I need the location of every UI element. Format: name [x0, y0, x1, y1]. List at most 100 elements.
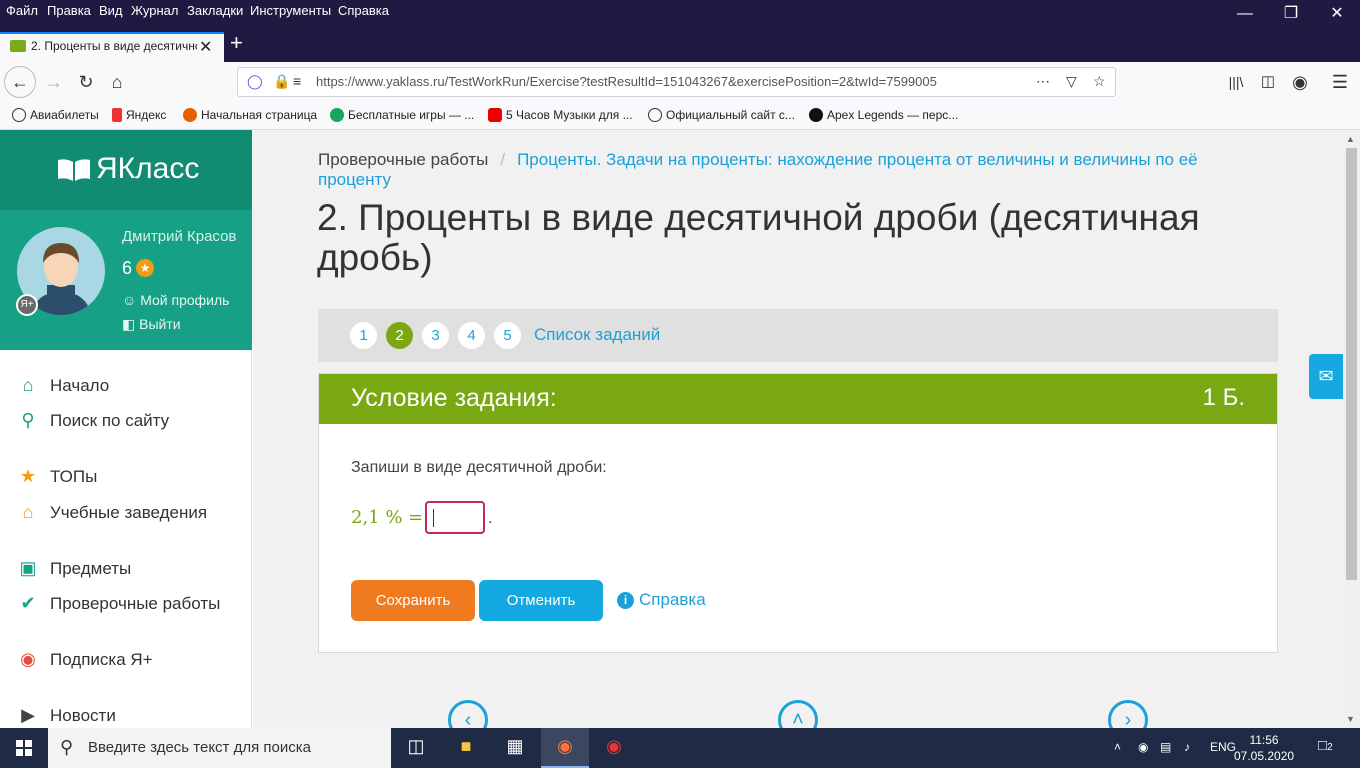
taskbar-search[interactable]: ⚲ Введите здесь текст для поиска: [48, 728, 391, 768]
yaklass-favicon-icon: [10, 40, 26, 52]
home-icon: ⌂: [22, 375, 34, 395]
exercise-pager: 1 2 3 4 5 Список заданий: [318, 309, 1278, 362]
page-5-button[interactable]: 5: [494, 322, 521, 349]
bookmark-item[interactable]: Начальная страница: [183, 108, 317, 122]
reload-icon[interactable]: ↻: [72, 68, 100, 96]
scrollbar-thumb[interactable]: [1346, 148, 1357, 580]
task-formula: 2,1 % =: [351, 507, 424, 528]
sidebar-item-home[interactable]: ⌂ Начало: [16, 375, 110, 396]
tab-title: 2. Проценты в виде десятичной: [31, 39, 197, 53]
file-explorer-icon[interactable]: ■: [453, 736, 479, 760]
library-icon[interactable]: |||\: [1222, 68, 1250, 96]
menu-tools[interactable]: Инструменты: [250, 3, 331, 18]
firefox-taskbar-button[interactable]: ◉: [541, 728, 589, 768]
bookmark-item[interactable]: Яндекс: [112, 108, 166, 122]
lock-icon[interactable]: 🔒: [273, 73, 290, 90]
menu-view[interactable]: Вид: [99, 3, 123, 18]
menu-history[interactable]: Журнал: [131, 3, 178, 18]
user-name[interactable]: Дмитрий Красов: [122, 228, 236, 245]
menu-file[interactable]: Файл: [6, 3, 38, 18]
language-indicator[interactable]: ENG: [1210, 740, 1236, 754]
notifications-icon[interactable]: □2: [1318, 737, 1333, 754]
menu-bookmarks[interactable]: Закладки: [187, 3, 243, 18]
text-caret: [433, 509, 434, 527]
megaphone-icon: ▶: [21, 705, 35, 725]
page-scrollbar[interactable]: ▲ ▼: [1343, 130, 1360, 728]
clock-date: 07.05.2020: [1234, 749, 1295, 763]
page-2-button[interactable]: 2: [386, 322, 413, 349]
menu-help[interactable]: Справка: [338, 3, 389, 18]
bookmark-item[interactable]: 5 Часов Музыки для ...: [488, 108, 633, 122]
bookmark-item[interactable]: Официальный сайт с...: [648, 108, 795, 122]
account-icon[interactable]: ◉: [1286, 68, 1314, 96]
firefox-icon: [183, 108, 197, 122]
breadcrumb-separator: /: [500, 150, 506, 169]
star-icon: ★: [19, 466, 37, 486]
url-bar[interactable]: ◯ 🔒 ≡ https://www.yaklass.ru/TestWorkRun…: [237, 67, 1116, 97]
search-icon: ⚲: [21, 410, 35, 430]
windows-start-icon[interactable]: [0, 728, 48, 768]
page-4-button[interactable]: 4: [458, 322, 485, 349]
antivirus-app-icon[interactable]: ◉: [601, 736, 627, 760]
task-list-link[interactable]: Список заданий: [534, 325, 660, 345]
scroll-down-icon[interactable]: ▼: [1346, 714, 1355, 724]
site-logo[interactable]: ЯКласс: [0, 130, 252, 210]
breadcrumb-root[interactable]: Проверочные работы: [318, 150, 488, 169]
check-icon: ✔: [20, 593, 36, 613]
page-actions-icon[interactable]: ⋯: [1036, 73, 1050, 90]
page-3-button[interactable]: 3: [422, 322, 449, 349]
url-text[interactable]: https://www.yaklass.ru/TestWorkRun/Exerc…: [316, 74, 937, 89]
back-icon[interactable]: ←: [4, 66, 36, 98]
sidebar-item-schools[interactable]: ⌂ Учебные заведения: [16, 502, 208, 523]
forward-icon[interactable]: →: [40, 68, 68, 96]
search-icon: ⚲: [60, 737, 74, 757]
my-profile-link[interactable]: ☺ Мой профиль: [122, 292, 229, 308]
task-card-header: Условие задания: 1 Б.: [319, 374, 1277, 424]
sidebar-item-subscription[interactable]: ◉ Подписка Я+: [16, 649, 152, 670]
clock-time: 11:56: [1249, 733, 1279, 747]
menu-edit[interactable]: Правка: [47, 3, 91, 18]
network-icon[interactable]: ▤: [1160, 740, 1171, 754]
ea-icon: [809, 108, 823, 122]
save-button[interactable]: Сохранить: [351, 580, 475, 621]
scroll-up-icon[interactable]: ▲: [1346, 134, 1355, 144]
cancel-button[interactable]: Отменить: [479, 580, 603, 621]
bookmarks-toolbar: Авиабилеты Яндекс Начальная страница Бес…: [0, 102, 1360, 130]
pocket-icon[interactable]: ▽: [1066, 73, 1077, 90]
logout-link[interactable]: ◧ Выйти: [122, 316, 181, 333]
page-1-button[interactable]: 1: [350, 322, 377, 349]
bookmark-item[interactable]: Авиабилеты: [12, 108, 99, 122]
task-text: Запиши в виде десятичной дроби:: [351, 459, 607, 476]
site-sidebar: ЯКласс Я+ Дмитрий Красов 6 ★ ☺ Мой профил…: [0, 130, 252, 728]
sidebar-item-tops[interactable]: ★ ТОПы: [16, 466, 97, 487]
youtube-icon: [488, 108, 502, 122]
bookmark-star-icon[interactable]: ☆: [1093, 73, 1106, 90]
clock[interactable]: 11:56 07.05.2020: [1234, 732, 1294, 764]
home-icon[interactable]: ⌂: [103, 68, 131, 96]
app-tray-icon[interactable]: ◉: [1138, 740, 1148, 754]
book-icon: ▣: [19, 558, 37, 578]
bookmark-item[interactable]: Apex Legends — перс...: [809, 108, 958, 122]
hamburger-menu-icon[interactable]: ☰: [1326, 68, 1354, 96]
bookmark-item[interactable]: Бесплатные игры — ...: [330, 108, 474, 122]
answer-input[interactable]: [425, 501, 485, 534]
browser-tab[interactable]: 2. Проценты в виде десятичной ✕: [0, 32, 224, 62]
sidebar-item-tests[interactable]: ✔ Проверочные работы: [16, 593, 220, 614]
sidebar-item-subjects[interactable]: ▣ Предметы: [16, 558, 131, 579]
close-tab-icon[interactable]: ✕: [199, 37, 212, 57]
sidebar-toggle-icon[interactable]: ◫: [1254, 68, 1282, 96]
task-view-icon[interactable]: ◫: [403, 736, 429, 760]
show-hidden-icons[interactable]: ˄: [1114, 740, 1121, 754]
new-tab-icon[interactable]: +: [230, 30, 243, 56]
sidebar-item-search[interactable]: ⚲ Поиск по сайту: [16, 410, 169, 431]
user-points: 6 ★: [122, 258, 155, 279]
volume-icon[interactable]: ♪: [1184, 740, 1190, 754]
store-icon[interactable]: ▦: [502, 736, 528, 760]
shield-icon[interactable]: ◯: [247, 73, 263, 90]
permissions-icon[interactable]: ≡: [293, 73, 301, 89]
windows-taskbar: ⚲ Введите здесь текст для поиска ◫ ■ ▦ ◉…: [0, 728, 1360, 768]
navigation-toolbar: ← → ↻ ⌂ ◯ 🔒 ≡ https://www.yaklass.ru/Tes…: [0, 62, 1360, 102]
help-link[interactable]: i Справка: [617, 590, 706, 610]
sidebar-item-news[interactable]: ▶ Новости: [16, 705, 116, 726]
feedback-mail-icon[interactable]: ✉: [1309, 354, 1343, 399]
